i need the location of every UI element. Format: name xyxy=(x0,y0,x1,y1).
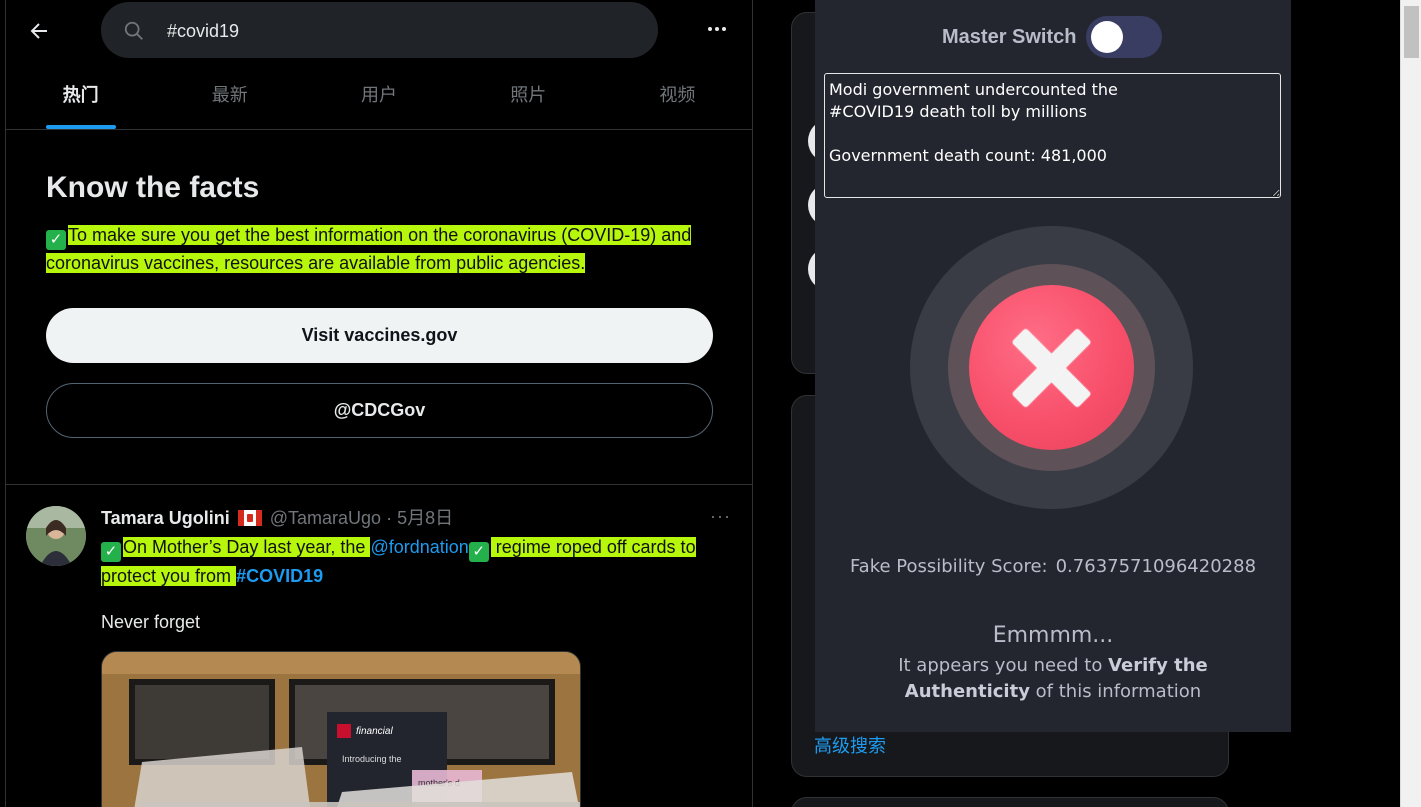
tweet-header: Tamara Ugolini @TamaraUgo · 5月8日 xyxy=(101,506,453,530)
tweet-more-button[interactable]: ··· xyxy=(710,506,731,527)
avatar-photo xyxy=(26,506,86,566)
svg-text:Introducing the: Introducing the xyxy=(342,754,402,764)
verdict-pre: It appears you need to xyxy=(898,655,1109,676)
arrow-left-icon xyxy=(30,23,47,39)
search-box[interactable] xyxy=(101,2,658,58)
search-input[interactable] xyxy=(167,18,627,44)
check-icon: ✓ xyxy=(468,542,489,562)
tweet-author-handle[interactable]: @TamaraUgo xyxy=(270,508,381,528)
close-icon xyxy=(969,285,1134,450)
tab-videos[interactable]: 视频 xyxy=(603,62,752,129)
top-bar xyxy=(6,0,752,60)
master-switch-row: Master Switch xyxy=(815,14,1291,60)
tweet-text: ✓ On Mother’s Day last year, the @fordnat… xyxy=(101,533,751,590)
back-button[interactable] xyxy=(24,16,54,46)
facts-text: ✓ To make sure you get the best informati… xyxy=(46,222,706,277)
svg-text:financial: financial xyxy=(356,726,393,737)
tab-photos[interactable]: 照片 xyxy=(454,62,603,129)
advanced-search-link[interactable]: 高级搜索 xyxy=(814,732,886,758)
separator-dot: · xyxy=(386,508,393,528)
toggle-knob xyxy=(1091,21,1123,53)
avatar[interactable] xyxy=(26,506,86,566)
facts-description: To make sure you get the best informatio… xyxy=(46,225,692,273)
master-switch-toggle[interactable] xyxy=(1086,16,1162,58)
tab-top[interactable]: 热门 xyxy=(6,62,155,129)
canada-flag-icon xyxy=(237,510,262,526)
claim-textarea[interactable]: Modi government undercounted the #COVID1… xyxy=(824,73,1281,198)
tab-latest[interactable]: 最新 xyxy=(155,62,304,129)
media-photo: financial Introducing the mother's d xyxy=(102,652,580,807)
cdcgov-button[interactable]: @CDCGov xyxy=(46,383,713,438)
verdict-post: of this information xyxy=(1029,681,1202,702)
tweet[interactable]: Tamara Ugolini @TamaraUgo · 5月8日 ··· ✓ On… xyxy=(6,486,752,807)
check-icon: ✓ xyxy=(101,542,121,562)
tweet-author-name[interactable]: Tamara Ugolini xyxy=(101,508,230,528)
tab-people[interactable]: 用户 xyxy=(304,62,453,129)
tweet-media-image[interactable]: financial Introducing the mother's d xyxy=(101,651,581,807)
page-scrollbar[interactable] xyxy=(1400,0,1421,807)
hashtag-link[interactable]: #COVID19 xyxy=(236,566,323,586)
fake-score-value: 0.7637571096420288 xyxy=(1055,556,1257,577)
fake-score-label: Fake Possibility Score: xyxy=(849,556,1048,577)
fake-score: Fake Possibility Score: 0.763757109642028… xyxy=(815,556,1291,577)
right-card-bottom xyxy=(791,797,1229,807)
mention-link[interactable]: @fordnation xyxy=(370,537,468,557)
more-options-button[interactable] xyxy=(702,14,732,44)
ellipsis-icon xyxy=(708,27,726,31)
scrollbar-thumb[interactable] xyxy=(1404,6,1419,58)
visit-vaccines-button[interactable]: Visit vaccines.gov xyxy=(46,308,713,363)
search-tabs: 热门 最新 用户 照片 视频 xyxy=(6,62,752,130)
facts-title: Know the facts xyxy=(46,171,260,204)
search-icon xyxy=(124,21,143,40)
tweet-date[interactable]: 5月8日 xyxy=(397,508,453,528)
verdict-dial xyxy=(910,226,1193,509)
know-the-facts-card: Know the facts ✓ To make sure you get the… xyxy=(6,131,752,485)
tweet-text-part1: On Mother’s Day last year, the xyxy=(123,537,371,557)
verdict-title: Emmmm... xyxy=(992,623,1114,648)
check-icon: ✓ xyxy=(46,230,66,250)
search-timeline: 热门 最新 用户 照片 视频 Know the facts ✓To make s… xyxy=(5,0,753,807)
verdict-message: It appears you need to Verify the Authen… xyxy=(835,653,1271,705)
verdict-dial-ring xyxy=(948,264,1155,471)
master-switch-label: Master Switch xyxy=(942,26,1077,48)
tweet-extra-text: Never forget xyxy=(101,612,201,632)
fact-check-popup: Master Switch Modi government undercount… xyxy=(815,0,1291,732)
